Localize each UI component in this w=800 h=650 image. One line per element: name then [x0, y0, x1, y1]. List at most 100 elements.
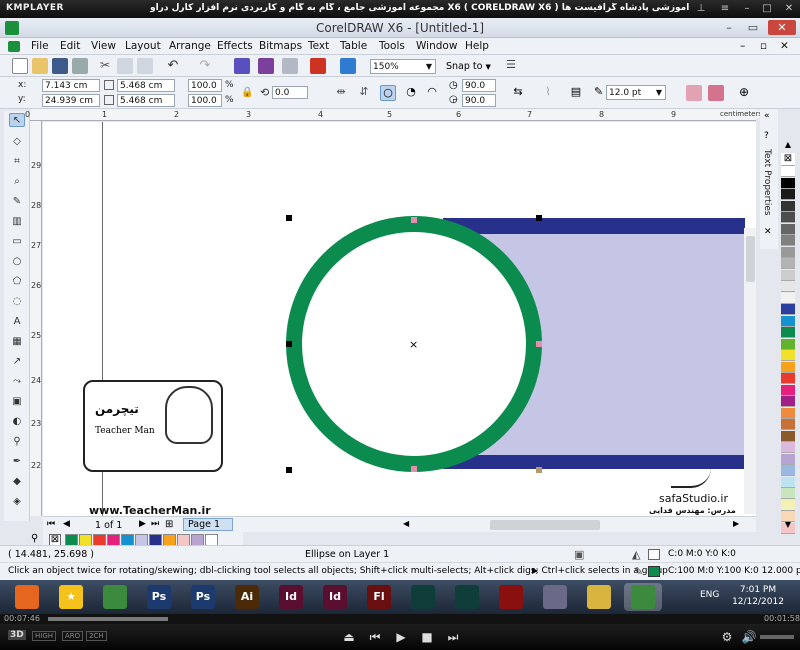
selection-handle[interactable] [286, 341, 292, 347]
doc-close-icon[interactable]: ✕ [780, 40, 789, 52]
palette-swatch[interactable] [781, 361, 795, 373]
no-color-swatch[interactable]: ⊠ [781, 153, 795, 166]
arc-mode-icon[interactable]: ◠ [424, 85, 440, 101]
ellipse-mode-icon[interactable]: ○ [380, 85, 396, 101]
volume-icon[interactable]: 🔊 [740, 629, 758, 645]
paste-icon[interactable] [137, 58, 153, 74]
convert-curves-icon[interactable]: ⌇ [540, 85, 556, 101]
palette-swatch[interactable] [781, 430, 795, 442]
eject-icon[interactable]: ⏏ [340, 629, 358, 645]
prev-page-icon[interactable]: ◀ [63, 519, 70, 529]
menu-effects[interactable]: Effects [217, 40, 253, 52]
player-maximize-icon[interactable]: □ [760, 2, 774, 15]
document-icon[interactable] [8, 41, 20, 52]
palette-swatch[interactable] [781, 373, 795, 384]
taskbar-app-indesign-2[interactable]: Id [316, 583, 354, 611]
palette-swatch[interactable] [781, 442, 795, 453]
menu-window[interactable]: Window [416, 40, 457, 52]
play-icon[interactable]: ▶ [392, 629, 410, 645]
palette-swatch[interactable] [781, 327, 795, 338]
dimension-tool-icon[interactable]: ↗ [9, 355, 25, 369]
application-launcher-icon[interactable] [310, 58, 326, 74]
direction-icon[interactable]: ⇆ [510, 85, 526, 101]
taskbar-app-3dsmax-2[interactable] [448, 583, 486, 611]
smart-fill-icon[interactable]: ▥ [9, 215, 25, 229]
taskbar-app-flash[interactable]: Fl [360, 583, 398, 611]
outline-tool-icon[interactable]: ✒ [9, 455, 25, 469]
start-angle-field[interactable]: 90.0 [462, 79, 496, 92]
mirror-vertical-icon[interactable]: ⇵ [356, 85, 372, 101]
taskbar-app-coreldraw[interactable] [96, 583, 134, 611]
zoom-level-select[interactable]: 150% ▼ [370, 59, 436, 74]
window-minimize-button[interactable]: – [718, 20, 740, 35]
docker-question-icon[interactable]: ? [764, 131, 769, 141]
palette-scroll-up-icon[interactable]: ▲ [781, 140, 795, 152]
node-handle[interactable] [411, 217, 417, 223]
menu-view[interactable]: View [91, 40, 116, 52]
node-handle[interactable] [536, 467, 542, 473]
docker-close-icon[interactable]: ✕ [764, 227, 772, 237]
node-handle[interactable] [411, 466, 417, 472]
snap-to-dropdown[interactable]: Snap to ▼ [446, 60, 498, 74]
window-close-button[interactable]: ✕ [768, 20, 796, 35]
rotation-field[interactable]: 0.0 [272, 86, 308, 99]
undo-icon[interactable]: ↶ [165, 58, 181, 74]
palette-swatch[interactable] [781, 304, 795, 315]
player-progress-bar[interactable]: 00:07:46 00:01:58 [0, 614, 800, 624]
add-page-icon[interactable]: ⊞ [165, 519, 173, 530]
end-angle-field[interactable]: 90.0 [462, 94, 496, 107]
pin-icon[interactable]: ⊥ [694, 2, 708, 15]
menu-help[interactable]: Help [465, 40, 489, 52]
taskbar-app-indesign-1[interactable]: Id [272, 583, 310, 611]
horizontal-scroll-thumb[interactable] [490, 520, 600, 530]
polygon-tool-icon[interactable]: ⬠ [9, 275, 25, 289]
palette-swatch[interactable] [781, 281, 795, 292]
text-tool-icon[interactable]: A [9, 315, 25, 329]
first-page-icon[interactable]: ⏮ [47, 519, 55, 529]
quick-customize-icon[interactable]: ⊕ [736, 85, 752, 101]
fill-tool-icon[interactable]: ◆ [9, 475, 25, 489]
menu-arrange[interactable]: Arrange [169, 40, 211, 52]
outline-swatch[interactable] [648, 566, 660, 577]
palette-swatch[interactable] [781, 407, 795, 419]
scale-x-field[interactable]: 100.0 [188, 79, 222, 92]
eyedropper-tool-icon[interactable]: ⚲ [9, 435, 25, 449]
taskbar-app-firefox[interactable] [8, 583, 46, 611]
last-page-icon[interactable]: ⏭ [151, 519, 159, 529]
menu-text[interactable]: Text [308, 40, 329, 52]
taskbar-app-illustrator[interactable]: Ai [228, 583, 266, 611]
vertical-ruler[interactable]: 29 28 27 26 25 24 23 22 [30, 121, 42, 516]
color-proof-icon[interactable]: ▣ [574, 548, 584, 561]
menu-edit[interactable]: Edit [60, 40, 80, 52]
scale-y-field[interactable]: 100.0 [188, 94, 222, 107]
palette-swatch[interactable] [781, 269, 795, 281]
palette-swatch[interactable] [781, 258, 795, 269]
redo-icon[interactable]: ↷ [197, 58, 213, 74]
freehand-tool-icon[interactable]: ✎ [9, 195, 25, 209]
palette-swatch[interactable] [781, 189, 795, 200]
zoom-tool-icon[interactable]: ⌕ [9, 175, 25, 189]
next-page-icon[interactable]: ▶ [139, 519, 146, 529]
cut-icon[interactable]: ✂ [97, 58, 113, 74]
palette-swatch[interactable] [781, 476, 795, 488]
welcome-screen-icon[interactable] [340, 58, 356, 74]
copy-icon[interactable] [117, 58, 133, 74]
ellipse-tool-icon[interactable]: ○ [9, 255, 25, 269]
to-front-icon[interactable] [686, 85, 702, 101]
window-maximize-button[interactable]: ▭ [742, 20, 764, 35]
hint-expand-icon[interactable]: ▶ [532, 566, 538, 575]
palette-swatch[interactable] [781, 499, 795, 511]
selection-handle[interactable] [286, 215, 292, 221]
rectangle-tool-icon[interactable]: ▭ [9, 235, 25, 249]
wrap-text-icon[interactable]: ▤ [568, 85, 584, 101]
palette-swatch[interactable] [781, 465, 795, 476]
taskbar-app-disc[interactable] [536, 583, 574, 611]
volume-slider[interactable] [760, 635, 794, 639]
node-handle[interactable] [536, 341, 542, 347]
lock-ratio-icon[interactable]: 🔒 [241, 87, 253, 98]
to-back-icon[interactable] [708, 85, 724, 101]
palette-swatch[interactable] [781, 419, 795, 430]
badge-3d[interactable]: 3D [8, 630, 26, 640]
options-icon[interactable]: ☰ [503, 58, 519, 74]
connector-tool-icon[interactable]: ⤳ [9, 375, 25, 389]
